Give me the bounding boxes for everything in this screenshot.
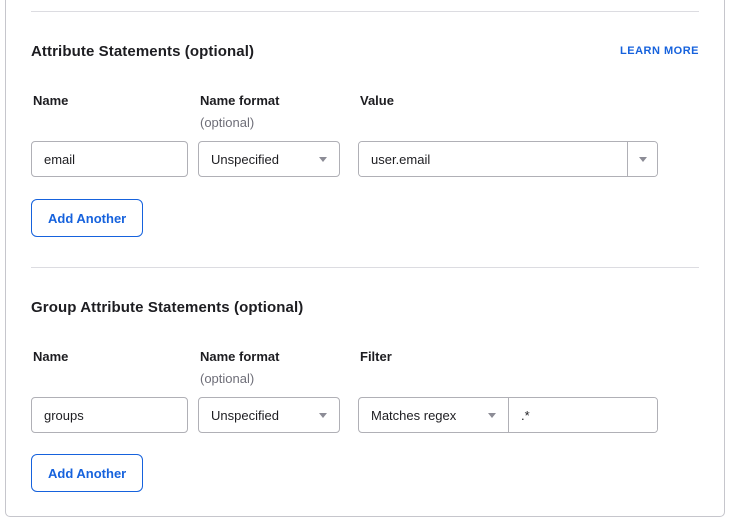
attribute-value-dropdown-button[interactable] xyxy=(627,142,657,176)
attribute-statement-row: Unspecified xyxy=(31,141,699,177)
column-header-name-format: Name format (optional) xyxy=(198,350,340,386)
column-label-name-format: Name format xyxy=(198,350,340,364)
group-attribute-statements-header: Group Attribute Statements (optional) xyxy=(31,299,699,315)
add-another-attribute-button[interactable]: Add Another xyxy=(31,199,143,237)
column-header-name-format: Name format (optional) xyxy=(198,94,340,130)
column-label-filter: Filter xyxy=(358,350,658,364)
learn-more-link[interactable]: LEARN MORE xyxy=(620,45,699,57)
add-another-group-attribute-button[interactable]: Add Another xyxy=(31,454,143,492)
card-content: Attribute Statements (optional) LEARN MO… xyxy=(6,11,724,492)
saml-settings-card: Attribute Statements (optional) LEARN MO… xyxy=(5,0,725,517)
column-header-filter: Filter xyxy=(358,350,658,386)
attribute-value-combo xyxy=(358,141,658,177)
section-title-group-attribute-statements: Group Attribute Statements (optional) xyxy=(31,299,303,316)
column-label-name: Name xyxy=(31,350,188,364)
section-divider xyxy=(31,267,699,268)
group-filter-type-value: Matches regex xyxy=(371,408,456,423)
group-attribute-statement-row: Unspecified Matches regex xyxy=(31,397,699,433)
section-divider xyxy=(31,11,699,12)
column-label-name-format: Name format xyxy=(198,94,340,108)
group-filter-combo: Matches regex xyxy=(358,397,658,433)
group-filter-value-input[interactable] xyxy=(509,398,657,432)
section-title-attribute-statements: Attribute Statements (optional) xyxy=(31,43,254,60)
column-header-value: Value xyxy=(358,94,658,130)
column-header-name: Name xyxy=(31,350,188,386)
column-sublabel-optional: (optional) xyxy=(198,372,340,386)
attribute-statements-header: Attribute Statements (optional) LEARN MO… xyxy=(31,43,699,59)
attribute-name-format-value: Unspecified xyxy=(211,152,279,167)
column-label-name: Name xyxy=(31,94,188,108)
chevron-down-icon xyxy=(319,413,327,418)
attribute-name-format-select[interactable]: Unspecified xyxy=(198,141,340,177)
chevron-down-icon xyxy=(319,157,327,162)
group-name-format-select[interactable]: Unspecified xyxy=(198,397,340,433)
group-name-format-value: Unspecified xyxy=(211,408,279,423)
chevron-down-icon xyxy=(488,413,496,418)
column-header-name: Name xyxy=(31,94,188,130)
attribute-name-input[interactable] xyxy=(31,141,188,177)
attribute-column-headers: Name Name format (optional) Value xyxy=(31,94,699,130)
group-column-headers: Name Name format (optional) Filter xyxy=(31,350,699,386)
column-sublabel-optional: (optional) xyxy=(198,116,340,130)
chevron-down-icon xyxy=(639,157,647,162)
attribute-value-input[interactable] xyxy=(359,142,627,176)
group-name-input[interactable] xyxy=(31,397,188,433)
group-filter-type-select[interactable]: Matches regex xyxy=(359,398,509,432)
column-label-value: Value xyxy=(358,94,658,108)
